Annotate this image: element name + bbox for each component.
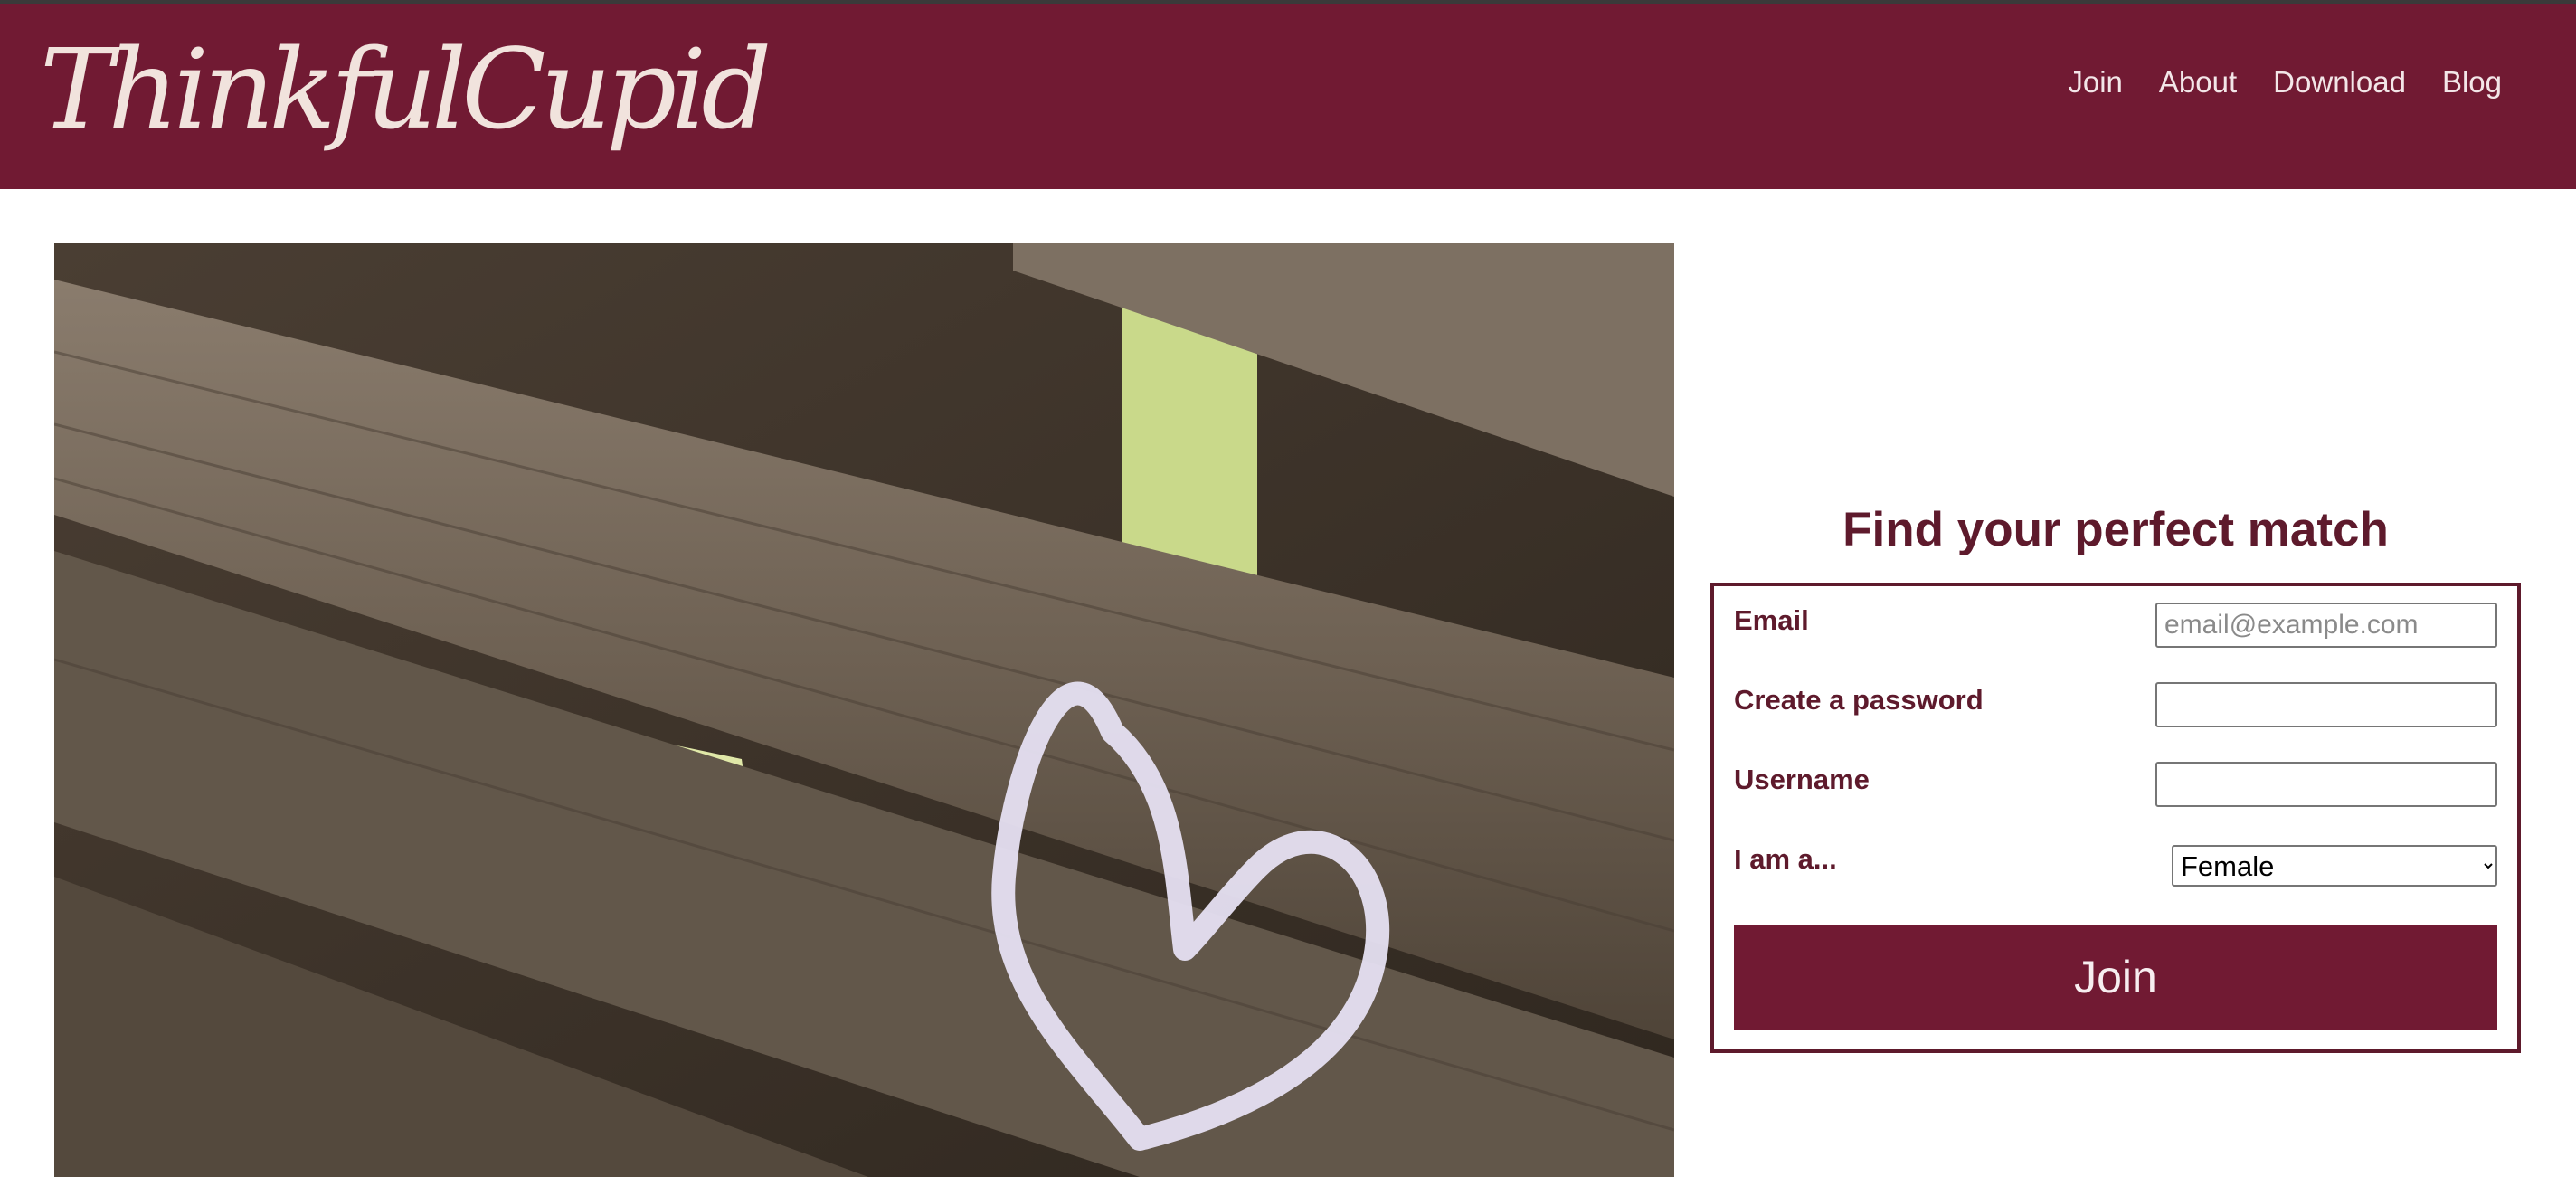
hero-image (54, 243, 1674, 1177)
nav-download-link[interactable]: Download (2273, 65, 2406, 100)
username-row: Username (1734, 762, 2497, 841)
signup-form: Email Create a password Username I am a.… (1710, 583, 2521, 1053)
username-label: Username (1734, 764, 1870, 795)
password-field[interactable] (2155, 682, 2497, 727)
nav-join-link[interactable]: Join (2068, 65, 2123, 100)
gender-row: I am a... Female (1734, 841, 2497, 921)
gender-select[interactable]: Female (2172, 845, 2497, 887)
username-field[interactable] (2155, 762, 2497, 807)
signup-panel: Find your perfect match Email Create a p… (1710, 502, 2521, 1053)
signup-title: Find your perfect match (1842, 503, 2389, 556)
password-row: Create a password (1734, 682, 2497, 762)
heart-bench-photo (54, 243, 1674, 1177)
main-nav: Join About Download Blog (2068, 65, 2502, 100)
nav-blog-link[interactable]: Blog (2442, 65, 2502, 100)
gender-label: I am a... (1734, 843, 1837, 875)
join-button[interactable]: Join (1734, 925, 2497, 1030)
email-row: Email (1734, 603, 2497, 682)
nav-about-link[interactable]: About (2159, 65, 2237, 100)
email-label: Email (1734, 604, 1809, 636)
site-header: ThinkfulCupid Join About Download Blog (0, 4, 2576, 189)
password-label: Create a password (1734, 684, 1984, 716)
email-field[interactable] (2155, 603, 2497, 648)
site-logo[interactable]: ThinkfulCupid (40, 29, 772, 150)
